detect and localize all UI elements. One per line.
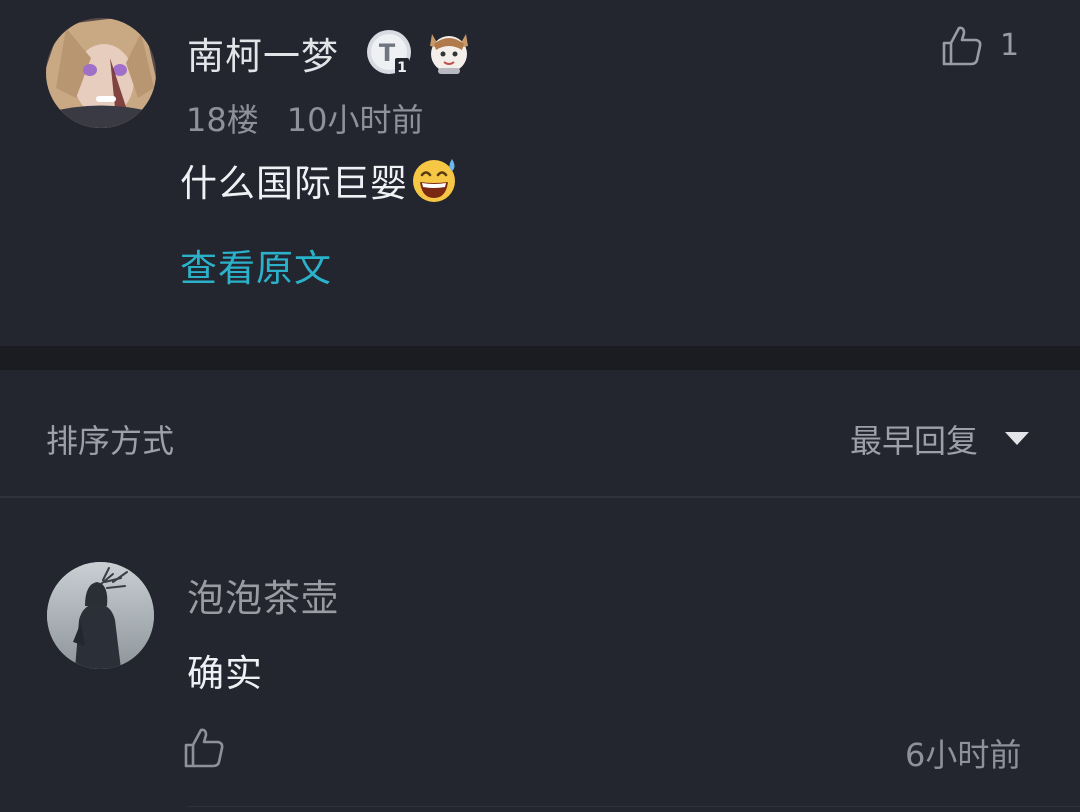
chevron-down-icon[interactable] xyxy=(1004,430,1030,446)
section-divider xyxy=(0,346,1080,370)
reply-time: 6小时前 xyxy=(905,736,1022,774)
sort-dropdown[interactable]: 最早回复 xyxy=(850,416,978,462)
username[interactable]: 泡泡茶壶 xyxy=(187,568,339,622)
svg-text:1: 1 xyxy=(397,60,407,76)
comment-time: 10小时前 xyxy=(286,101,424,139)
avatar[interactable] xyxy=(46,18,156,128)
character-badge-icon xyxy=(424,24,474,76)
like-icon[interactable] xyxy=(940,24,984,68)
floor-number: 18楼 xyxy=(186,101,259,139)
avatar[interactable] xyxy=(47,562,154,669)
svg-text:T: T xyxy=(379,39,396,67)
username[interactable]: 南柯一梦 xyxy=(187,26,339,80)
like-count: 1 xyxy=(1000,28,1020,63)
like-icon[interactable] xyxy=(182,726,226,770)
divider xyxy=(187,806,1080,807)
comment-content: 什么国际巨婴 xyxy=(180,153,460,207)
sort-label: 排序方式 xyxy=(46,422,175,460)
comment-meta: 18楼 10小时前 xyxy=(186,95,423,141)
comment-text: 什么国际巨婴 xyxy=(180,162,408,205)
level-badge-icon: T 1 xyxy=(365,28,413,76)
view-original-link[interactable]: 查看原文 xyxy=(180,238,332,292)
sweat-smile-emoji-icon xyxy=(413,159,455,202)
divider xyxy=(0,496,1080,498)
reply-content: 确实 xyxy=(187,652,263,695)
